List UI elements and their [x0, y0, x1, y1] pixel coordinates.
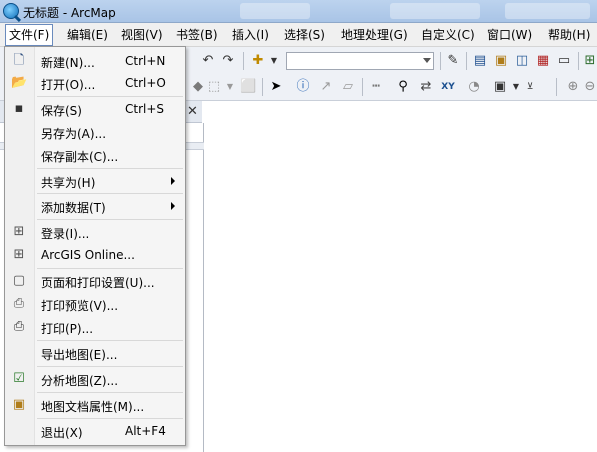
goto-xy-icon[interactable]: XY	[440, 79, 456, 95]
menu-item-shortcut: Ctrl+S	[125, 102, 165, 116]
html-popup-icon[interactable]: ↗	[318, 79, 334, 95]
arcgis-online-icon: ⊞	[13, 247, 25, 262]
zoom-out-fixed-icon[interactable]: ⊖	[582, 79, 597, 95]
select-dropdown-icon[interactable]: ▼	[222, 79, 238, 95]
menu-item-label: 保存(S)	[41, 104, 82, 118]
select-elements-icon[interactable]: ➤	[268, 79, 284, 95]
chevron-down-icon[interactable]	[423, 58, 431, 63]
menu-edit[interactable]: 编辑(E)	[64, 26, 111, 44]
menu-item-label: 另存为(A)...	[41, 127, 107, 141]
title-bar: 无标题 - ArcMap	[0, 0, 597, 23]
time-slider-icon[interactable]: ◔	[466, 79, 482, 95]
find-icon[interactable]: ⚲	[395, 79, 411, 95]
editor-icon[interactable]: ✎	[445, 53, 461, 69]
submenu-arrow-icon	[171, 177, 175, 185]
menu-item-shortcut: Ctrl+N	[125, 54, 166, 68]
create-viewer-window-icon[interactable]: ▣	[492, 79, 508, 95]
undo-icon[interactable]: ↶	[200, 53, 216, 69]
search-window-icon[interactable]: ◫	[514, 53, 530, 69]
model-builder-icon[interactable]: ⊞	[582, 53, 597, 69]
menu-item-open[interactable]: 📂 打开(O)... Ctrl+O	[5, 72, 185, 94]
arctoolbox-icon[interactable]: ▦	[535, 53, 551, 69]
menu-item-save-copy[interactable]: 保存副本(C)...	[5, 144, 185, 166]
menu-view[interactable]: 视图(V)	[118, 26, 166, 44]
toolbar-options-icon[interactable]: ⊻	[522, 79, 538, 95]
menu-bookmarks[interactable]: 书签(B)	[173, 26, 221, 44]
menu-item-sign-in[interactable]: ⊞ 登录(I)...	[5, 221, 185, 243]
menu-selection[interactable]: 选择(S)	[281, 26, 328, 44]
select-features-icon[interactable]: ⬚	[206, 79, 222, 95]
menu-bar: 文件(F) 编辑(E) 视图(V) 书签(B) 插入(I) 选择(S) 地理处理…	[0, 23, 597, 47]
redo-icon[interactable]: ↷	[220, 53, 236, 69]
menu-item-share-as[interactable]: 共享为(H)	[5, 170, 185, 192]
save-icon: ▪	[14, 101, 24, 116]
menu-item-label: 地图文档属性(M)...	[41, 400, 145, 414]
measure-ruler-icon[interactable]: ┅	[368, 79, 384, 95]
menu-customize[interactable]: 自定义(C)	[418, 26, 478, 44]
menu-insert[interactable]: 插入(I)	[229, 26, 272, 44]
menu-item-label: 打印(P)...	[41, 322, 94, 336]
menu-item-label: 分析地图(Z)...	[41, 374, 119, 388]
print-preview-icon: ⎙	[13, 296, 25, 311]
menu-item-save-as[interactable]: 另存为(A)...	[5, 121, 185, 143]
menu-item-new[interactable]: 🗋 新建(N)... Ctrl+N	[5, 50, 185, 72]
menu-item-label: 添加数据(T)	[41, 201, 106, 215]
menu-item-print-preview[interactable]: ⎙ 打印预览(V)...	[5, 293, 185, 315]
menu-item-analyze-map[interactable]: ☑ 分析地图(Z)...	[5, 368, 185, 390]
full-extent-icon[interactable]: ◆	[190, 79, 206, 95]
menu-item-shortcut: Ctrl+O	[125, 76, 166, 90]
arcmap-app-icon	[3, 3, 19, 19]
catalog-icon[interactable]: ▣	[493, 53, 509, 69]
file-menu-dropdown: 🗋 新建(N)... Ctrl+N 📂 打开(O)... Ctrl+O ▪ 保存…	[4, 46, 186, 446]
menu-item-add-data[interactable]: 添加数据(T)	[5, 195, 185, 217]
map-display[interactable]	[205, 101, 597, 452]
python-icon[interactable]: ▭	[556, 53, 572, 69]
menu-item-print[interactable]: ⎙ 打印(P)...	[5, 316, 185, 338]
menu-item-shortcut: Alt+F4	[125, 424, 166, 438]
add-data-icon[interactable]: ✚	[250, 53, 266, 69]
zoom-in-fixed-icon[interactable]: ⊕	[565, 79, 581, 95]
sign-in-icon: ⊞	[13, 224, 25, 239]
find-route-icon[interactable]: ⇄	[418, 79, 434, 95]
menu-item-label: 登录(I)...	[41, 227, 90, 241]
menu-item-label: ArcGIS Online...	[41, 248, 135, 262]
blurred-title-region	[390, 3, 480, 19]
map-document-properties-icon: ▣	[12, 397, 26, 412]
menu-item-label: 打印预览(V)...	[41, 299, 119, 313]
submenu-arrow-icon	[171, 202, 175, 210]
blurred-title-region	[505, 3, 590, 19]
menu-item-label: 页面和打印设置(U)...	[41, 276, 155, 290]
menu-item-label: 新建(N)...	[41, 56, 95, 70]
window-title: 无标题 - ArcMap	[23, 6, 116, 20]
page-setup-icon: ▢	[12, 273, 26, 288]
open-folder-icon: 📂	[11, 75, 28, 90]
measure-icon[interactable]: ▱	[340, 79, 356, 95]
menu-item-save[interactable]: ▪ 保存(S) Ctrl+S	[5, 98, 185, 120]
menu-item-map-document-properties[interactable]: ▣ 地图文档属性(M)...	[5, 394, 185, 416]
menu-item-label: 打开(O)...	[41, 78, 96, 92]
menu-item-exit[interactable]: 退出(X) Alt+F4	[5, 420, 185, 442]
menu-item-export-map[interactable]: 导出地图(E)...	[5, 342, 185, 364]
add-data-dropdown-icon[interactable]: ▼	[266, 53, 282, 69]
menu-help[interactable]: 帮助(H)	[545, 26, 593, 44]
clear-selection-icon[interactable]: ⬜	[240, 79, 256, 95]
blurred-title-region	[240, 3, 310, 19]
close-icon[interactable]: ✕	[187, 104, 198, 119]
menu-item-label: 共享为(H)	[41, 176, 96, 190]
print-icon: ⎙	[13, 319, 25, 334]
menu-item-arcgis-online[interactable]: ⊞ ArcGIS Online...	[5, 244, 185, 266]
menu-item-page-setup[interactable]: ▢ 页面和打印设置(U)...	[5, 270, 185, 292]
menu-item-label: 导出地图(E)...	[41, 348, 118, 362]
menu-geoprocessing[interactable]: 地理处理(G)	[338, 26, 411, 44]
menu-item-label: 退出(X)	[41, 426, 83, 440]
analyze-map-icon: ☑	[13, 371, 25, 386]
menu-windows[interactable]: 窗口(W)	[484, 26, 535, 44]
toc-window-icon[interactable]: ▤	[472, 53, 488, 69]
map-scale-combobox[interactable]	[286, 52, 434, 70]
menu-file[interactable]: 文件(F)	[5, 24, 54, 46]
identify-icon[interactable]: ⓘ	[295, 79, 311, 95]
new-doc-icon: 🗋	[13, 53, 25, 68]
menu-item-label: 保存副本(C)...	[41, 150, 119, 164]
